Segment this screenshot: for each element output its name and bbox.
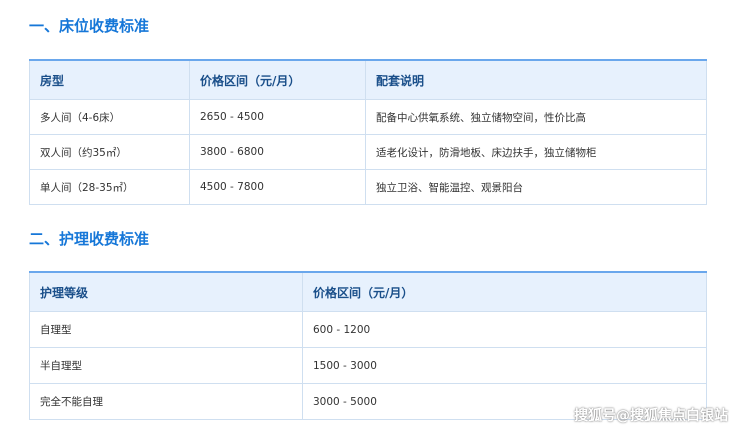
- header-room-type: 房型: [29, 59, 190, 100]
- header-care-level: 护理等级: [29, 271, 303, 312]
- price-cell: 2650 - 4500: [189, 99, 366, 135]
- table-row: 半自理型 1500 - 3000: [29, 347, 707, 384]
- facilities-cell: 独立卫浴、智能温控、观景阳台: [365, 169, 707, 205]
- table-row: 多人间（4-6床） 2650 - 4500 配备中心供氧系统、独立储物空间，性价…: [29, 99, 707, 135]
- care-fee-section-title: 二、护理收费标准: [29, 230, 150, 248]
- room-type-cell: 单人间（28-35㎡）: [29, 169, 190, 205]
- bed-fee-table: 房型 价格区间（元/月） 配套说明 多人间（4-6床） 2650 - 4500 …: [29, 59, 707, 205]
- table-row: 双人间（约35㎡） 3800 - 6800 适老化设计，防滑地板、床边扶手，独立…: [29, 134, 707, 170]
- header-facilities: 配套说明: [365, 59, 707, 100]
- bed-fee-section-title: 一、床位收费标准: [29, 17, 150, 35]
- header-price-range: 价格区间（元/月）: [189, 59, 366, 100]
- table-header-row: 护理等级 价格区间（元/月）: [29, 271, 707, 312]
- price-cell: 1500 - 3000: [302, 347, 707, 384]
- source-watermark: 搜狐号@搜狐焦点白银站: [574, 408, 728, 424]
- care-level-cell: 完全不能自理: [29, 383, 303, 420]
- header-price-range: 价格区间（元/月）: [302, 271, 707, 312]
- table-row: 单人间（28-35㎡） 4500 - 7800 独立卫浴、智能温控、观景阳台: [29, 169, 707, 205]
- facilities-cell: 配备中心供氧系统、独立储物空间，性价比高: [365, 99, 707, 135]
- care-level-cell: 自理型: [29, 311, 303, 348]
- price-cell: 3800 - 6800: [189, 134, 366, 170]
- care-fee-table: 护理等级 价格区间（元/月） 自理型 600 - 1200 半自理型 1500 …: [29, 271, 707, 420]
- price-cell: 4500 - 7800: [189, 169, 366, 205]
- facilities-cell: 适老化设计，防滑地板、床边扶手，独立储物柜: [365, 134, 707, 170]
- room-type-cell: 多人间（4-6床）: [29, 99, 190, 135]
- table-row: 自理型 600 - 1200: [29, 311, 707, 348]
- room-type-cell: 双人间（约35㎡）: [29, 134, 190, 170]
- care-level-cell: 半自理型: [29, 347, 303, 384]
- table-header-row: 房型 价格区间（元/月） 配套说明: [29, 59, 707, 100]
- price-cell: 600 - 1200: [302, 311, 707, 348]
